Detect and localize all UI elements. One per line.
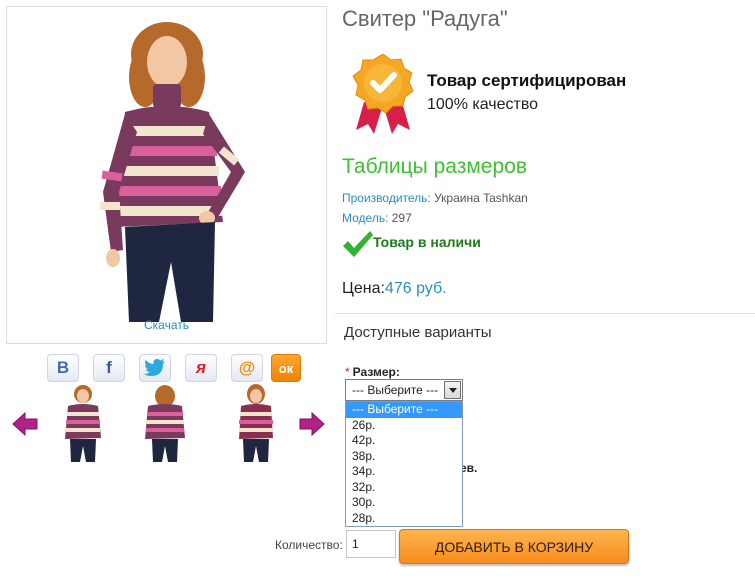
- size-dropdown-list: --- Выберите --- 26р. 42р. 38р. 34р. 32р…: [345, 401, 463, 527]
- odnoklassniki-icon: ок: [278, 360, 294, 376]
- manufacturer-value: Украина Tashkan: [430, 191, 528, 205]
- model-row: Модель: 297: [342, 211, 412, 225]
- size-select[interactable]: --- Выберите ---: [345, 379, 463, 401]
- stock-text: Товар в наличи: [373, 234, 481, 250]
- thumbnail-back[interactable]: [140, 384, 190, 462]
- variants-title: Доступные варианты: [344, 324, 492, 341]
- price-label: Цена:: [342, 280, 385, 297]
- thumbnail-front[interactable]: [58, 384, 108, 462]
- facebook-share-button[interactable]: f: [93, 354, 125, 382]
- main-product-image[interactable]: Скачать: [6, 6, 327, 344]
- size-option[interactable]: 26р.: [346, 418, 462, 434]
- certificate-subtitle: 100% качество: [427, 96, 539, 113]
- size-option[interactable]: 34р.: [346, 464, 462, 480]
- manufacturer-row: Производитель: Украина Tashkan: [342, 191, 528, 205]
- carousel-next-arrow-icon[interactable]: [299, 411, 325, 437]
- thumbnail-side[interactable]: [231, 384, 281, 462]
- yaru-share-button[interactable]: я: [185, 354, 217, 382]
- size-option[interactable]: --- Выберите ---: [346, 402, 462, 418]
- add-to-cart-button[interactable]: ДОБАВИТЬ В КОРЗИНУ: [399, 529, 629, 564]
- carousel-prev-arrow-icon[interactable]: [12, 411, 38, 437]
- size-option[interactable]: 28р.: [346, 511, 462, 527]
- facebook-icon: f: [106, 358, 112, 377]
- size-option[interactable]: 32р.: [346, 480, 462, 496]
- model-label: Модель:: [342, 211, 389, 225]
- vk-share-button[interactable]: В: [47, 354, 79, 382]
- size-label-text: Размер:: [352, 365, 400, 379]
- size-option[interactable]: 38р.: [346, 449, 462, 465]
- size-label: * Размер:: [345, 365, 400, 379]
- twitter-share-button[interactable]: [139, 354, 171, 382]
- size-option[interactable]: 30р.: [346, 495, 462, 511]
- required-mark: *: [345, 365, 350, 379]
- twitter-bird-icon: [144, 359, 165, 376]
- mailru-icon: @: [238, 358, 256, 377]
- size-option[interactable]: 42р.: [346, 433, 462, 449]
- product-title: Свитер "Радуга": [342, 6, 508, 31]
- price: Цена:476 руб.: [342, 280, 447, 298]
- chevron-down-icon[interactable]: [444, 381, 461, 399]
- ok-share-button[interactable]: ок: [271, 354, 301, 382]
- size-select-value: --- Выберите ---: [352, 383, 439, 397]
- stock-status: Товар в наличи: [342, 230, 481, 258]
- checkmark-icon: [343, 231, 373, 257]
- quantity-label: Количество:: [275, 538, 343, 552]
- divider: [335, 313, 755, 314]
- mailru-share-button[interactable]: @: [231, 354, 263, 382]
- yaru-icon: я: [195, 358, 206, 377]
- size-tables-link[interactable]: Таблицы размеров: [342, 155, 527, 179]
- certified-badge-icon: [352, 54, 414, 134]
- quantity-input[interactable]: [346, 530, 396, 558]
- certificate-title: Товар сертифицирован: [427, 71, 627, 90]
- price-value: 476 руб.: [384, 280, 447, 297]
- vk-icon: В: [56, 358, 70, 377]
- model-value: 297: [388, 211, 412, 225]
- product-photo: [100, 22, 245, 322]
- manufacturer-link[interactable]: Производитель:: [342, 191, 431, 205]
- download-link[interactable]: Скачать: [7, 318, 326, 332]
